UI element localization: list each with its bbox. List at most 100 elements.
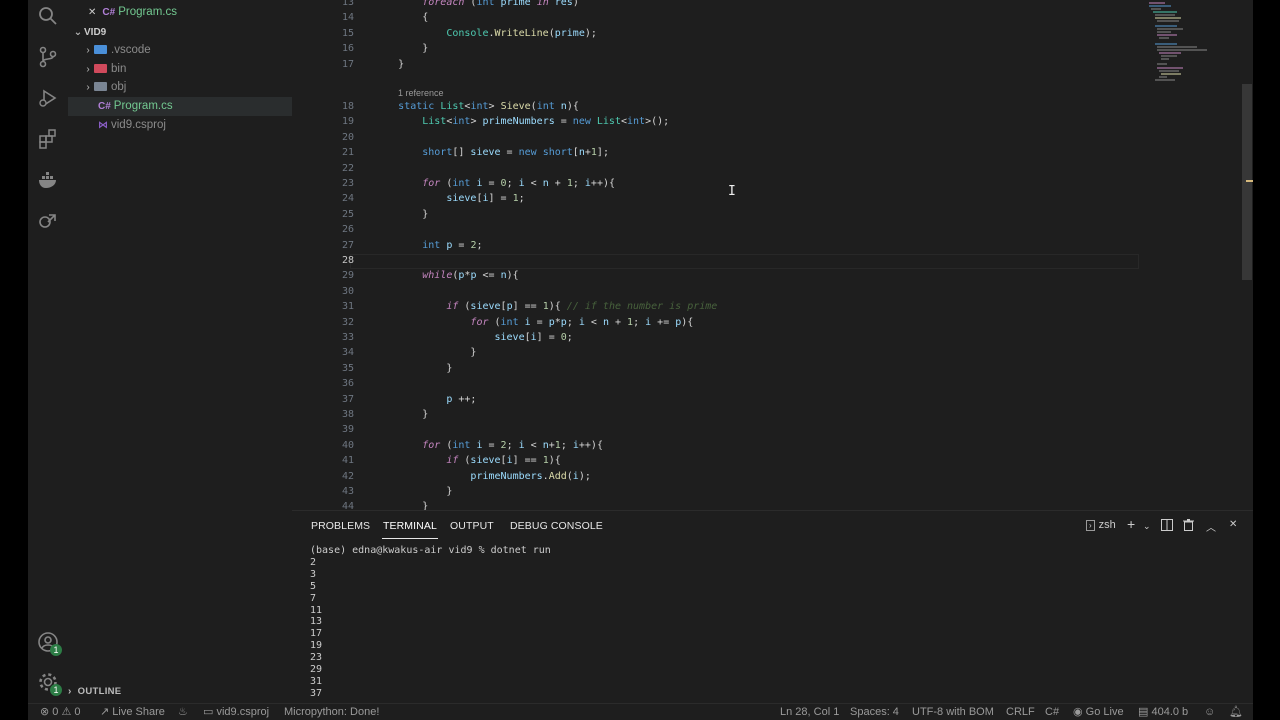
code-line: int p = 2; (422, 239, 483, 251)
chevron-right-icon: › (86, 82, 90, 93)
trash-icon[interactable] (1183, 519, 1194, 534)
warning-icon: ⚠ (61, 706, 72, 718)
line-number: 37 (341, 393, 354, 405)
run-debug-icon[interactable] (34, 84, 62, 112)
csharp-file-icon: C# (98, 101, 111, 112)
terminal-output[interactable]: (base) edna@kwakus-air vid9 % dotnet run… (310, 545, 551, 700)
language-mode[interactable]: C# (1045, 704, 1059, 720)
micropython-status[interactable]: Micropython: Done! (284, 704, 379, 720)
accounts-icon[interactable]: 1 (34, 628, 62, 656)
code-line: } (350, 501, 429, 510)
line-number: 17 (341, 58, 354, 70)
tree-item-csproj[interactable]: ⋈ vid9.csproj (68, 116, 322, 135)
chevron-down-icon[interactable]: ⌄ (1143, 521, 1151, 532)
close-icon[interactable]: ✕ (88, 7, 96, 18)
code-line: static List<int> Sieve(int n){ (398, 101, 579, 112)
outline-section[interactable]: › OUTLINE (68, 686, 121, 697)
line-number: 27 (341, 239, 354, 251)
line-number: 38 (341, 409, 354, 420)
line-number: 44 (341, 501, 354, 510)
tab-output[interactable]: OUTPUT (450, 520, 494, 532)
line-number: 26 (341, 224, 354, 236)
code-line: for (int i = 0; i < n + 1; i++){ (422, 178, 616, 189)
code-line: } (350, 208, 429, 220)
code-line: primeNumbers.Add(i); (470, 470, 591, 482)
feedback-icon[interactable]: ☺ (1204, 704, 1215, 720)
split-terminal-icon[interactable] (1161, 519, 1173, 534)
terminal-line: 5 (310, 580, 317, 592)
line-number: 36 (341, 378, 354, 390)
line-number: 32 (341, 316, 354, 328)
manage-gear-icon[interactable]: 1 (34, 668, 62, 696)
line-number: 25 (341, 208, 354, 220)
error-icon: ⊗ (40, 706, 50, 718)
tab-terminal[interactable]: TERMINAL (382, 520, 438, 539)
editor-scrollbar[interactable] (1242, 84, 1252, 280)
tab-problems[interactable]: PROBLEMS (311, 520, 370, 532)
line-number: 29 (341, 270, 354, 282)
code-line: { (350, 12, 429, 24)
line-number: 13 (341, 0, 354, 8)
line-number: 24 (341, 193, 354, 205)
terminal-shell-selector[interactable]: › zsh (1086, 519, 1116, 531)
visual-studio-icon: ⋈ (98, 120, 108, 131)
broadcast-icon: ◉ (1073, 706, 1083, 718)
new-terminal-plus-icon[interactable]: + (1127, 516, 1135, 532)
code-line: while(p*p <= n){ (422, 270, 519, 282)
open-editor-program-cs[interactable]: ✕ C# Program.cs (68, 3, 312, 22)
close-panel-icon[interactable]: ✕ (1229, 519, 1237, 530)
notifications-bell-icon[interactable]: 🔔︎ (1229, 704, 1243, 720)
line-number: 23 (341, 178, 354, 189)
docker-icon[interactable] (34, 166, 62, 194)
folder-header[interactable]: ⌄ VID9 (68, 23, 296, 42)
code-line: } (350, 43, 429, 55)
go-live-status[interactable]: ◉ Go Live (1073, 704, 1124, 720)
folder-icon (94, 82, 107, 91)
file-encoding[interactable]: UTF-8 with BOM (912, 704, 994, 720)
source-control-icon[interactable] (34, 43, 62, 71)
extensions-icon[interactable] (34, 125, 62, 153)
indentation[interactable]: Spaces: 4 (850, 704, 899, 720)
line-number: 41 (341, 455, 354, 467)
line-number: 42 (341, 470, 354, 482)
live-share-icon[interactable] (34, 207, 62, 235)
problems-status[interactable]: ⊗ 0 ⚠ 0 (40, 704, 81, 720)
maximize-panel-chevron-up-icon[interactable]: ︿ (1206, 519, 1216, 534)
tree-item-obj[interactable]: › obj (68, 78, 306, 97)
line-number: 21 (341, 147, 354, 159)
codelens-references[interactable]: 1 reference (398, 88, 444, 98)
chevron-right-icon: › (86, 45, 90, 56)
search-icon[interactable] (34, 2, 62, 30)
flame-icon[interactable]: ♨ (178, 704, 188, 720)
code-line: if (sieve[p] == 1){ // if the number is … (446, 301, 718, 313)
code-line: sieve[i] = 1; (446, 193, 525, 205)
file-size-status[interactable]: ▤ 404.0 b (1138, 704, 1188, 720)
line-number: 28 (341, 255, 354, 266)
code-line: foreach (int prime in res) (422, 0, 579, 8)
cursor-position[interactable]: Ln 28, Col 1 (780, 704, 839, 720)
terminal-line: (base) edna@kwakus-air vid9 % dotnet run (310, 545, 551, 556)
explorer-sidebar: ✕ C# Program.cs ⌄ VID9 › .vscode › bin › obj C… (68, 0, 322, 703)
current-line-highlight (350, 254, 1139, 269)
activity-bar: 1 1 (28, 0, 68, 703)
csharp-file-icon: C# (102, 7, 116, 18)
minimap[interactable] (1147, 0, 1243, 100)
code-line: } (350, 362, 453, 374)
line-number: 18 (341, 101, 354, 112)
manage-badge: 1 (50, 684, 62, 696)
code-line: } (350, 486, 453, 497)
code-line: List<int> primeNumbers = new List<int>()… (422, 116, 670, 128)
project-status[interactable]: ▭ vid9.csproj (203, 704, 269, 720)
code-editor[interactable]: 1 reference 13 14 15 16 17 18 19 20 21 22 23 24 25 26… (292, 0, 1253, 510)
line-number: 20 (341, 131, 354, 143)
tab-debug-console[interactable]: DEBUG CONSOLE (510, 520, 603, 532)
code-line: for (int i = p*p; i < n + 1; i += p){ (470, 316, 694, 328)
end-of-line[interactable]: CRLF (1006, 704, 1035, 720)
tree-item-program-cs[interactable]: C# Program.cs (68, 97, 322, 116)
folder-icon (94, 45, 107, 54)
live-share-status[interactable]: ↗ Live Share (100, 704, 165, 720)
live-share-icon: ↗ (100, 706, 110, 718)
tree-item-vscode[interactable]: › .vscode (68, 41, 306, 60)
tree-item-bin[interactable]: › bin (68, 60, 306, 79)
line-number: 19 (341, 116, 354, 128)
